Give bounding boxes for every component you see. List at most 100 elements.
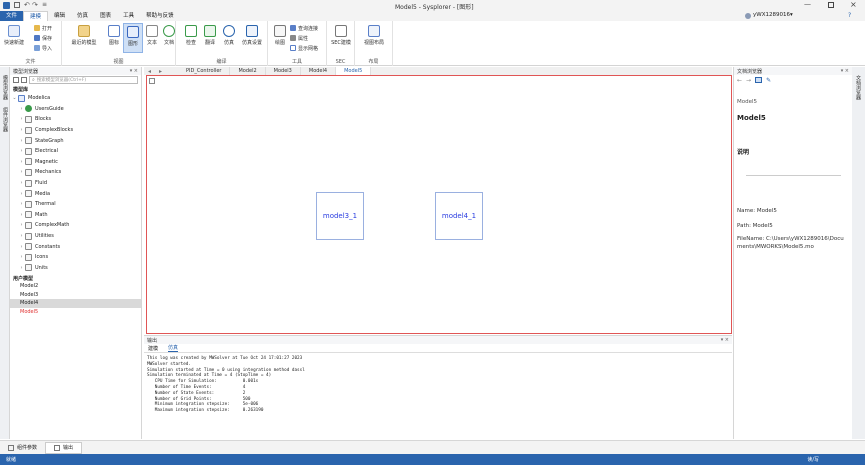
expand-chevron-icon[interactable]: › [18,201,25,207]
tree-root-modelica[interactable]: ⌄ Modelica [10,93,141,104]
user-model-item[interactable]: Model3 [10,291,141,300]
user-model-item[interactable]: Model4 [10,299,141,308]
help-icon[interactable]: ? [848,12,851,19]
canvas-checkbox[interactable] [149,78,155,84]
strip-tab-component-browser[interactable]: 组件浏览器 [2,107,9,132]
tab-scroll-left-icon[interactable]: ◂ [144,68,155,75]
properties-button[interactable]: 属性 [290,34,308,42]
menu-edit[interactable]: 编辑 [48,11,71,21]
new-model-button[interactable]: 快速新建 [4,25,24,46]
search-input[interactable]: ⌕ 搜索模型浏览器(Ctrl+F) [29,76,138,84]
tab-scroll-right-icon[interactable]: ▸ [155,68,166,75]
library-item[interactable]: › Thermal [10,199,141,210]
expand-chevron-icon[interactable]: › [18,169,25,175]
diagram-canvas[interactable]: model3_1 model4_1 [146,75,732,334]
output-tab[interactable]: 输出 [45,441,83,454]
expand-chevron-icon[interactable]: ⌄ [11,95,18,101]
draw-button[interactable]: 绘图 [270,25,290,46]
library-item[interactable]: › Units [10,263,141,274]
simulate-button[interactable]: 仿真 [219,25,239,46]
back-arrow-icon[interactable]: ← [737,77,742,84]
tab-model2[interactable]: Model2 [230,67,266,75]
tab-pid-controller[interactable]: PID_Controller [178,67,231,75]
redo-icon[interactable]: ↷ [32,1,38,9]
expand-chevron-icon[interactable]: › [18,265,25,271]
library-item[interactable]: › Fluid [10,178,141,189]
library-item[interactable]: › Icons [10,252,141,263]
library-item[interactable]: › Constants [10,241,141,252]
doc-browser-close-icon[interactable]: ▾ × [841,68,852,74]
user-model-item[interactable]: Model2 [10,282,141,291]
output-tab-modeling[interactable]: 建模 [148,345,158,352]
strip-tab-doc-browser[interactable]: 文档浏览器 [855,75,862,100]
check-button[interactable]: 检查 [181,25,201,46]
menu-modeling[interactable]: 建模 [23,11,49,21]
expand-chevron-icon[interactable]: › [18,138,25,144]
open-button[interactable]: 打开 [34,24,52,32]
component-params-tab[interactable]: 组件参数 [0,444,45,451]
menu-help[interactable]: 帮助与反馈 [140,11,180,21]
sim-settings-button[interactable]: 仿真设置 [240,25,264,46]
recent-models-button[interactable]: 最近的模型 [70,25,98,46]
collapse-icon[interactable] [21,77,27,83]
expand-chevron-icon[interactable]: › [18,148,25,154]
expand-chevron-icon[interactable]: › [18,127,25,133]
ssc-modeling-button[interactable]: SEC建模 [330,25,352,46]
library-item[interactable]: › Mechanics [10,167,141,178]
filter-icon[interactable] [13,77,19,83]
tab-model5[interactable]: Model5 [336,67,372,75]
menu-simulate[interactable]: 仿真 [71,11,94,21]
expand-chevron-icon[interactable]: › [18,191,25,197]
panel-pin-icon[interactable]: ▾ × [130,68,141,74]
edit-doc-icon[interactable]: ✎ [766,77,771,84]
view-layout-button[interactable]: 视图布局 [361,25,387,46]
maximize-icon[interactable] [828,2,834,8]
doc-view-icon[interactable] [755,77,763,83]
output-close-icon[interactable]: ▾ × [721,337,732,343]
diagram-view-button[interactable]: 图形 [123,23,143,53]
expand-chevron-icon[interactable]: › [18,180,25,186]
expand-chevron-icon[interactable]: › [18,222,25,228]
library-item[interactable]: › Media [10,188,141,199]
menu-tools[interactable]: 工具 [117,11,140,21]
component-model3-1[interactable]: model3_1 [316,192,364,240]
close-icon[interactable]: × [850,0,857,9]
minimize-icon[interactable]: — [804,0,811,8]
show-grid-button[interactable]: 显示网格 [290,44,318,52]
library-item[interactable]: › Magnetic [10,157,141,168]
quick-save-icon[interactable] [14,2,20,8]
expand-chevron-icon[interactable]: › [18,116,25,122]
forward-arrow-icon[interactable]: → [746,77,751,84]
icon-view-button[interactable]: 图标 [104,25,124,46]
component-model4-1[interactable]: model4_1 [435,192,483,240]
expand-chevron-icon[interactable]: › [18,233,25,239]
save-button[interactable]: 保存 [34,34,52,42]
undo-icon[interactable]: ↶ [24,1,30,9]
tab-model4[interactable]: Model4 [301,67,337,75]
expand-chevron-icon[interactable]: › [18,106,25,112]
translate-button[interactable]: 翻译 [200,25,220,46]
expand-chevron-icon[interactable]: › [18,254,25,260]
expand-chevron-icon[interactable]: › [18,244,25,250]
qat-dropdown-icon[interactable]: ≡ [42,1,47,8]
library-item[interactable]: › Electrical [10,146,141,157]
strip-tab-model-browser[interactable]: 模型浏览器 [2,75,9,100]
menu-chart[interactable]: 图表 [94,11,117,21]
menu-file[interactable]: 文件 [0,11,24,21]
expand-chevron-icon[interactable]: › [18,212,25,218]
user-model-item-active[interactable]: Model5 [10,308,141,317]
tab-model3[interactable]: Model3 [266,67,301,75]
import-button[interactable]: 导入 [34,44,52,52]
expand-chevron-icon[interactable]: › [18,159,25,165]
library-item[interactable]: › UsersGuide [10,104,141,115]
output-tab-simulation[interactable]: 仿真 [168,344,179,352]
library-item[interactable]: › StateGraph [10,135,141,146]
library-item[interactable]: › Utilities [10,231,141,242]
library-item[interactable]: › ComplexBlocks [10,125,141,136]
library-item[interactable]: › Math [10,210,141,221]
user-dropdown-icon[interactable]: ▾ [790,12,793,18]
user-name[interactable]: yWX1289016 [753,12,790,18]
library-item[interactable]: › Blocks [10,114,141,125]
library-item[interactable]: › ComplexMath [10,220,141,231]
query-connect-button[interactable]: 查询连接 [290,24,318,32]
